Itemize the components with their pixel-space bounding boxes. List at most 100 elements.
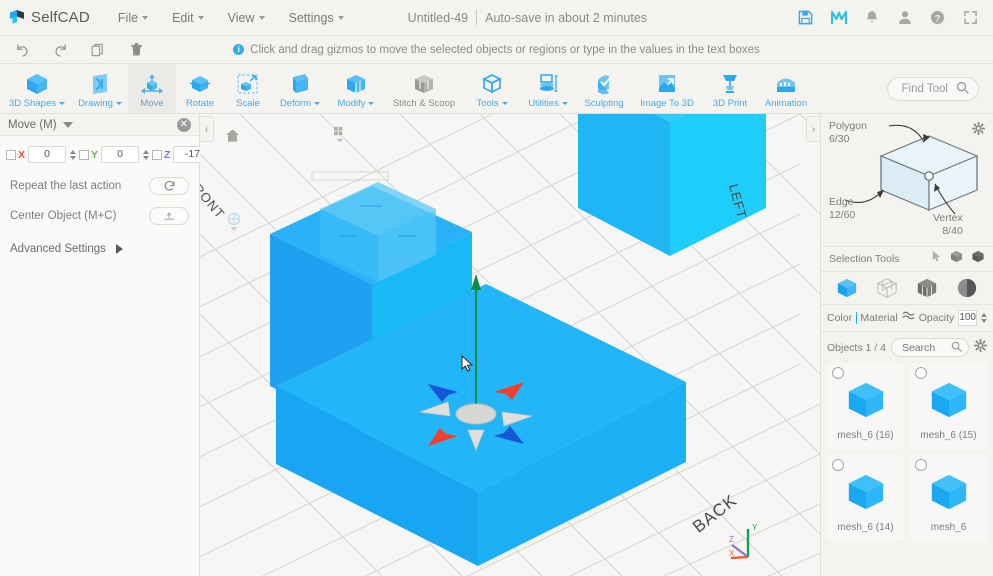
rotate-icon [187,71,213,97]
help-info-icon[interactable]: ? [929,9,946,26]
close-icon[interactable]: ✕ [177,117,191,132]
menu-item-view[interactable]: View [216,7,277,29]
advanced-settings-label: Advanced Settings [10,243,106,255]
tool-image-to-3d[interactable]: Image To 3D [632,64,702,113]
face-mode-icon[interactable] [953,277,981,299]
tool-deform-label: Deform [279,97,312,109]
notifications-bell-icon[interactable] [863,9,880,26]
snap-grid-icon[interactable] [332,126,347,151]
user-account-icon[interactable] [896,9,913,26]
axis-x-stepper[interactable] [68,149,77,160]
tools-icon [479,71,505,97]
move-axis-inputs: X 0 Y 0 Z -17 [0,136,221,171]
object-name: mesh_6 (14) [837,522,894,533]
tool-scale[interactable]: Scale [224,64,272,113]
list-item[interactable]: mesh_6 (14) [827,455,904,541]
edge-mode-icon[interactable] [913,277,941,299]
tool-utilities[interactable]: Utilities [520,64,576,113]
chevron-down-icon[interactable] [62,121,73,128]
drawing-icon [88,71,112,97]
tool-3d-shapes[interactable]: 3D Shapes [2,64,72,113]
center-object-button[interactable] [149,207,189,225]
material-icon[interactable] [902,309,915,327]
3d-print-icon [717,71,743,97]
delete-icon[interactable] [128,42,144,58]
cursor-select-icon[interactable] [930,250,943,268]
axis-z-checkbox[interactable] [152,149,163,160]
menu-item-edit[interactable]: Edit [160,7,216,29]
selection-tools-label: Selection Tools [829,253,900,265]
objects-search-input[interactable] [901,341,951,354]
chevron-down-icon [337,15,344,20]
advanced-settings-toggle[interactable]: Advanced Settings [0,231,199,255]
tool-3d-print-label: 3D Print [712,97,748,109]
tool-stitch-scoop[interactable]: Stitch & Scoop [384,64,464,113]
opacity-input[interactable]: 100 [958,310,977,326]
object-select-radio[interactable] [915,459,927,471]
tool-modify-label: Modify [337,97,366,109]
marketplace-m-icon[interactable] [830,9,847,26]
objects-settings-gear-icon[interactable] [973,338,988,357]
right-panel-collapse-handle[interactable]: › [806,116,820,142]
axis-y-stepper[interactable] [141,149,150,160]
left-panel-header: Move (M) ✕ [0,114,199,136]
menu-item-file[interactable]: File [106,7,160,29]
axis-x-checkbox[interactable] [6,149,16,160]
vertex-mode-icon[interactable] [873,277,901,299]
axis-x-label: X [18,148,26,161]
object-mode-icon[interactable] [833,277,861,299]
axis-group-x: X 0 [6,146,77,163]
tool-drawing-label: Drawing [78,97,113,109]
animation-icon [773,71,799,97]
list-item[interactable]: mesh_6 [910,455,987,541]
tool-sculpting[interactable]: Sculpting [576,64,632,113]
object-select-radio[interactable] [832,367,844,379]
deform-icon [287,71,313,97]
title-divider [476,10,478,25]
brand-name: SelfCAD [31,9,90,26]
scale-icon [235,71,261,97]
axis-y-label: Y [91,148,99,161]
vertex-stat: Vertex 8/40 [933,212,963,238]
objects-search-box[interactable] [890,338,969,357]
left-panel-collapse-handle[interactable]: ‹ [200,116,214,142]
chevron-down-icon [368,101,375,105]
brand-logo[interactable]: SelfCAD [8,9,90,27]
list-item[interactable]: mesh_6 (15) [910,363,987,449]
home-view-icon[interactable] [225,128,240,148]
fullscreen-icon[interactable] [962,9,979,26]
move-icon [139,71,165,97]
box-select-icon[interactable] [950,250,964,268]
list-item[interactable]: mesh_6 (16) [827,363,904,449]
tool-animation-label: Animation [764,97,808,109]
tool-move[interactable]: Move [128,64,176,113]
repeat-last-action-button[interactable] [149,177,189,195]
axis-y-checkbox[interactable] [79,149,90,160]
document-title[interactable]: Untitled-49 [408,11,468,25]
find-tool-search[interactable]: Find Tool [886,76,979,101]
tool-3d-print[interactable]: 3D Print [702,64,758,113]
redo-icon[interactable] [52,42,68,58]
tool-animation[interactable]: Animation [758,64,814,113]
main-toolbar: 3D Shapes Drawing Move Rotate Scale Defo… [0,64,993,114]
object-select-radio[interactable] [832,459,844,471]
tool-rotate[interactable]: Rotate [176,64,224,113]
viewport-pin-icon[interactable] [226,212,242,239]
tool-tools[interactable]: Tools [464,64,520,113]
3d-viewport[interactable]: ‹ › FRONT LEFT BACK Y Z X [200,114,820,576]
lasso-select-icon[interactable] [971,250,985,268]
tool-drawing[interactable]: Drawing [72,64,128,113]
undo-icon[interactable] [14,42,30,58]
action-bar: i Click and drag gizmos to move the sele… [0,36,993,64]
tool-deform[interactable]: Deform [272,64,328,113]
selfcad-app: SelfCAD File Edit View Settings Untitled… [0,0,993,576]
axis-y-input[interactable]: 0 [101,146,140,163]
save-icon[interactable] [797,9,814,26]
menu-item-settings[interactable]: Settings [277,7,356,29]
object-select-radio[interactable] [915,367,927,379]
axis-x-input[interactable]: 0 [28,146,67,163]
copy-icon[interactable] [90,42,106,58]
selfcad-logo-icon [8,9,26,27]
opacity-stepper[interactable] [981,313,987,323]
tool-modify[interactable]: Modify [328,64,384,113]
